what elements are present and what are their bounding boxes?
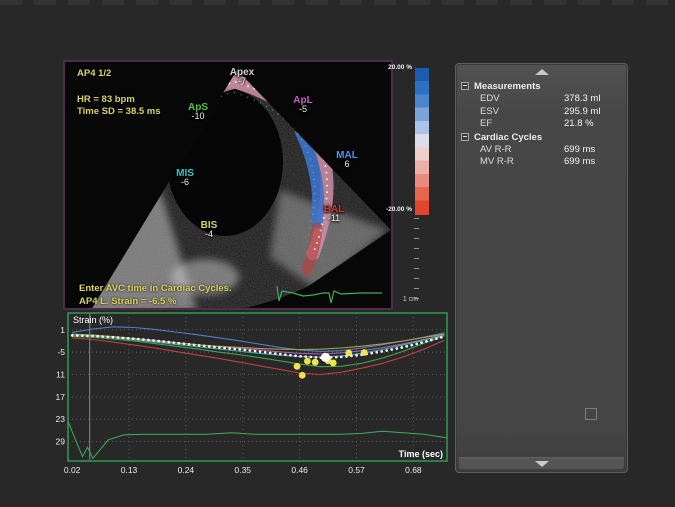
segment-label-mal: MAL6	[325, 150, 369, 170]
svg-text:0.57: 0.57	[348, 465, 365, 475]
svg-text:0.46: 0.46	[291, 465, 308, 475]
scroll-up-icon[interactable]	[535, 69, 549, 75]
collapse-icon[interactable]	[461, 82, 469, 90]
segment-label-mis: MIS-6	[163, 168, 207, 188]
measurement-row: MV R-R699 ms	[456, 156, 627, 169]
collapse-icon[interactable]	[461, 133, 469, 141]
svg-text:0.35: 0.35	[234, 465, 251, 475]
segment-label-apl: ApL-5	[281, 95, 325, 115]
svg-text:-11: -11	[56, 370, 65, 380]
section-header[interactable]: Cardiac Cycles	[456, 131, 627, 144]
svg-text:Strain (%): Strain (%)	[73, 315, 113, 325]
depth-ruler	[414, 218, 419, 302]
svg-text:0.02: 0.02	[64, 465, 81, 475]
svg-text:0.24: 0.24	[178, 465, 195, 475]
measurement-list: MeasurementsEDV378.3 mlESV295.9 mlEF21.8…	[456, 80, 627, 169]
section-header[interactable]: Measurements	[456, 80, 627, 93]
ultrasound-image-panel: AP4 1/2 HR = 83 bpm Time SD = 38.5 ms Ap…	[63, 60, 393, 310]
time-sd-label: Time SD = 38.5 ms	[77, 107, 161, 117]
global-strain-value: AP4 L. Strain = -6.5 %	[79, 297, 176, 307]
measurements-panel: MeasurementsEDV378.3 mlESV295.9 mlEF21.8…	[455, 63, 628, 473]
strain-chart: 1 -5 -11 -17 -23 -29 0.02 0.13 0.24 0.35 0.46 0.57 0…	[56, 310, 456, 482]
measurement-row: ESV295.9 ml	[456, 106, 627, 119]
measurement-row: EF21.8 %	[456, 118, 627, 131]
svg-text:1: 1	[60, 325, 65, 335]
scale-label: 1 cm	[394, 296, 418, 303]
measurement-row: AV R-R699 ms	[456, 144, 627, 157]
svg-text:-29: -29	[56, 437, 65, 447]
svg-text:-5: -5	[57, 347, 65, 357]
svg-text:-17: -17	[56, 392, 65, 402]
resize-handle-icon[interactable]	[585, 408, 597, 420]
svg-text:Time (sec): Time (sec)	[399, 449, 443, 459]
segment-label-bis: BIS-4	[187, 220, 231, 240]
measurement-row: EDV378.3 ml	[456, 93, 627, 106]
scroll-down-icon[interactable]	[535, 461, 549, 467]
colorbar-max-label: 20.00 %	[368, 64, 412, 71]
svg-text:0.13: 0.13	[121, 465, 138, 475]
strain-colorbar	[415, 68, 429, 215]
segment-label-aps: ApS-10	[176, 102, 220, 122]
heart-rate-label: HR = 83 bpm	[77, 95, 135, 105]
avc-prompt: Enter AVC time in Cardiac Cycles.	[79, 284, 232, 294]
svg-text:0.68: 0.68	[405, 465, 422, 475]
view-label: AP4 1/2	[77, 69, 111, 79]
segment-label-apex: Apex-7	[220, 67, 264, 87]
colorbar-min-label: -20.00 %	[368, 206, 412, 213]
svg-text:-23: -23	[56, 414, 65, 424]
panel-bottom-bar	[459, 457, 624, 469]
application-window: AP4 1/2 HR = 83 bpm Time SD = 38.5 ms Ap…	[0, 0, 675, 507]
segment-label-bal: BAL-11	[312, 204, 356, 224]
